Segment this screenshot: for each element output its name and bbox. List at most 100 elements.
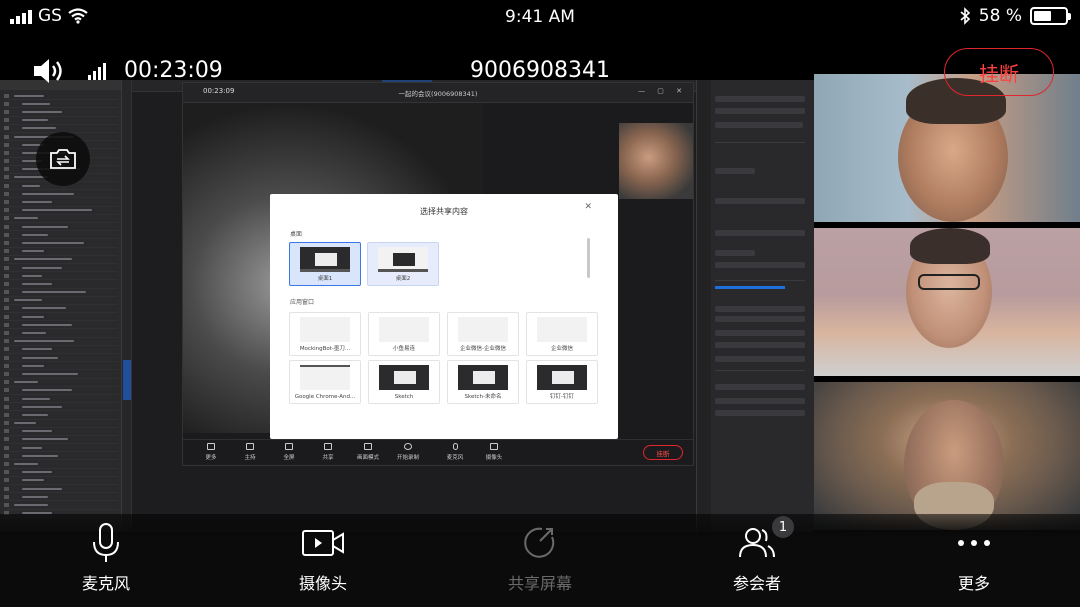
layer-row	[4, 207, 118, 215]
participant-hair	[910, 228, 990, 264]
app-option: 小鱼易连	[368, 312, 440, 356]
layer-row	[4, 420, 118, 428]
layer-row	[4, 444, 118, 452]
video-camera-icon	[302, 530, 344, 556]
camera-switch-button[interactable]	[36, 132, 90, 186]
camera-label: 摄像头	[298, 574, 347, 593]
inspector-control	[715, 370, 805, 371]
status-time: 9:41 AM	[505, 7, 575, 27]
mw-tool-share: 共享	[308, 443, 348, 461]
app-option: Google Chrome-And...	[289, 360, 361, 404]
inspector-control	[715, 356, 805, 362]
inspector-control	[715, 142, 805, 143]
layer-row	[4, 256, 118, 264]
battery-percent: 58 %	[978, 6, 1022, 26]
mw-tool-host: 主持	[230, 443, 270, 461]
share-dialog-title: 选择共享内容	[420, 207, 468, 216]
battery-icon	[1030, 7, 1071, 25]
layer-row	[4, 100, 118, 108]
bottom-toolbar: 麦克风 摄像头 共享屏幕 参会者 更多	[0, 514, 1080, 607]
hangup-button[interactable]: 挂断	[944, 48, 1054, 96]
app-option: 企业微信-企业微信	[447, 312, 519, 356]
layer-row	[4, 362, 118, 370]
participants-count-badge: 1	[772, 516, 794, 538]
status-right: 58 %	[959, 6, 1071, 26]
layer-row	[4, 297, 118, 305]
mw-tool-layout: 画面模式	[348, 443, 388, 461]
layer-row	[4, 493, 118, 501]
layer-row	[4, 108, 118, 116]
more-label: 更多	[957, 574, 990, 593]
participant-video-2[interactable]	[814, 228, 1080, 376]
inspector-control	[715, 330, 805, 336]
camera-button[interactable]: 摄像头	[263, 522, 383, 594]
layer-row	[4, 411, 118, 419]
mw-tool-record: 开始录制	[388, 443, 428, 461]
layer-row	[4, 198, 118, 206]
inspector-control	[715, 262, 805, 268]
glasses	[918, 274, 980, 290]
inspector-control	[715, 280, 805, 281]
status-bar: GS 9:41 AM 58 %	[0, 0, 1080, 36]
dialog-scrollbar	[587, 238, 590, 278]
app-option: Sketch	[368, 360, 440, 404]
layer-row	[4, 117, 118, 125]
participant-video-3[interactable]	[814, 382, 1080, 530]
layer-row	[4, 452, 118, 460]
layer-row	[4, 346, 118, 354]
layer-row	[4, 387, 118, 395]
inspector-control	[715, 168, 755, 174]
close-icon: ✕	[584, 202, 592, 212]
share-screen-button[interactable]: 共享屏幕	[480, 522, 600, 594]
mw-tool-more: 更多	[191, 443, 231, 461]
inspector-control	[715, 342, 805, 348]
mw-tool-mic: 麦克风	[435, 443, 475, 461]
share-content-dialog: 选择共享内容 ✕ 桌面 桌面1 桌面2 应用窗口 MockingBot-墨刀..…	[270, 194, 618, 439]
layer-row	[4, 329, 118, 337]
layer-row	[4, 428, 118, 436]
layer-row	[4, 305, 118, 313]
meeting-window-toolbar: 更多 主持 全屏 共享 画面模式 开始录制 麦克风 摄像头 挂断	[183, 439, 693, 465]
inspector-control	[715, 316, 805, 322]
participants-icon	[739, 528, 775, 558]
inspector-control	[715, 108, 805, 114]
more-button[interactable]: 更多	[914, 522, 1034, 594]
layer-row	[4, 223, 118, 231]
participants-label: 参会者	[732, 574, 781, 593]
bluetooth-icon	[960, 7, 970, 25]
inspector-control	[715, 410, 805, 416]
layer-row	[4, 264, 118, 272]
mic-button[interactable]: 麦克风	[46, 522, 166, 594]
inspector-control	[715, 230, 805, 236]
layer-row	[4, 460, 118, 468]
layer-row	[4, 231, 118, 239]
more-dots-icon	[958, 540, 990, 546]
inspector-control	[715, 384, 805, 390]
layer-row	[4, 321, 118, 329]
app-option: 企业微信	[526, 312, 598, 356]
participants-button[interactable]: 参会者	[697, 522, 817, 594]
layer-row	[4, 477, 118, 485]
layer-row	[4, 379, 118, 387]
layer-row	[4, 248, 118, 256]
layer-row	[4, 215, 118, 223]
app-option: Sketch-未命名	[447, 360, 519, 404]
desktop-option-1: 桌面1	[289, 242, 361, 286]
inspector-control	[715, 198, 805, 204]
call-info-bar: 00:23:09 9006908341 挂断	[0, 44, 1080, 100]
layer-row	[4, 395, 118, 403]
layer-row	[4, 272, 118, 280]
layer-row	[4, 469, 118, 477]
design-tool-inspector-panel	[696, 80, 814, 532]
share-screen-icon	[524, 527, 555, 558]
inspector-slider	[715, 286, 785, 289]
meeting-number: 9006908341	[470, 58, 610, 83]
inspector-control	[715, 250, 755, 256]
desktop-section-label: 桌面	[290, 231, 303, 238]
layer-row	[4, 289, 118, 297]
layer-row	[4, 370, 118, 378]
layer-row	[4, 436, 118, 444]
layer-row	[4, 354, 118, 362]
layer-row	[4, 239, 118, 247]
layer-row	[4, 485, 118, 493]
